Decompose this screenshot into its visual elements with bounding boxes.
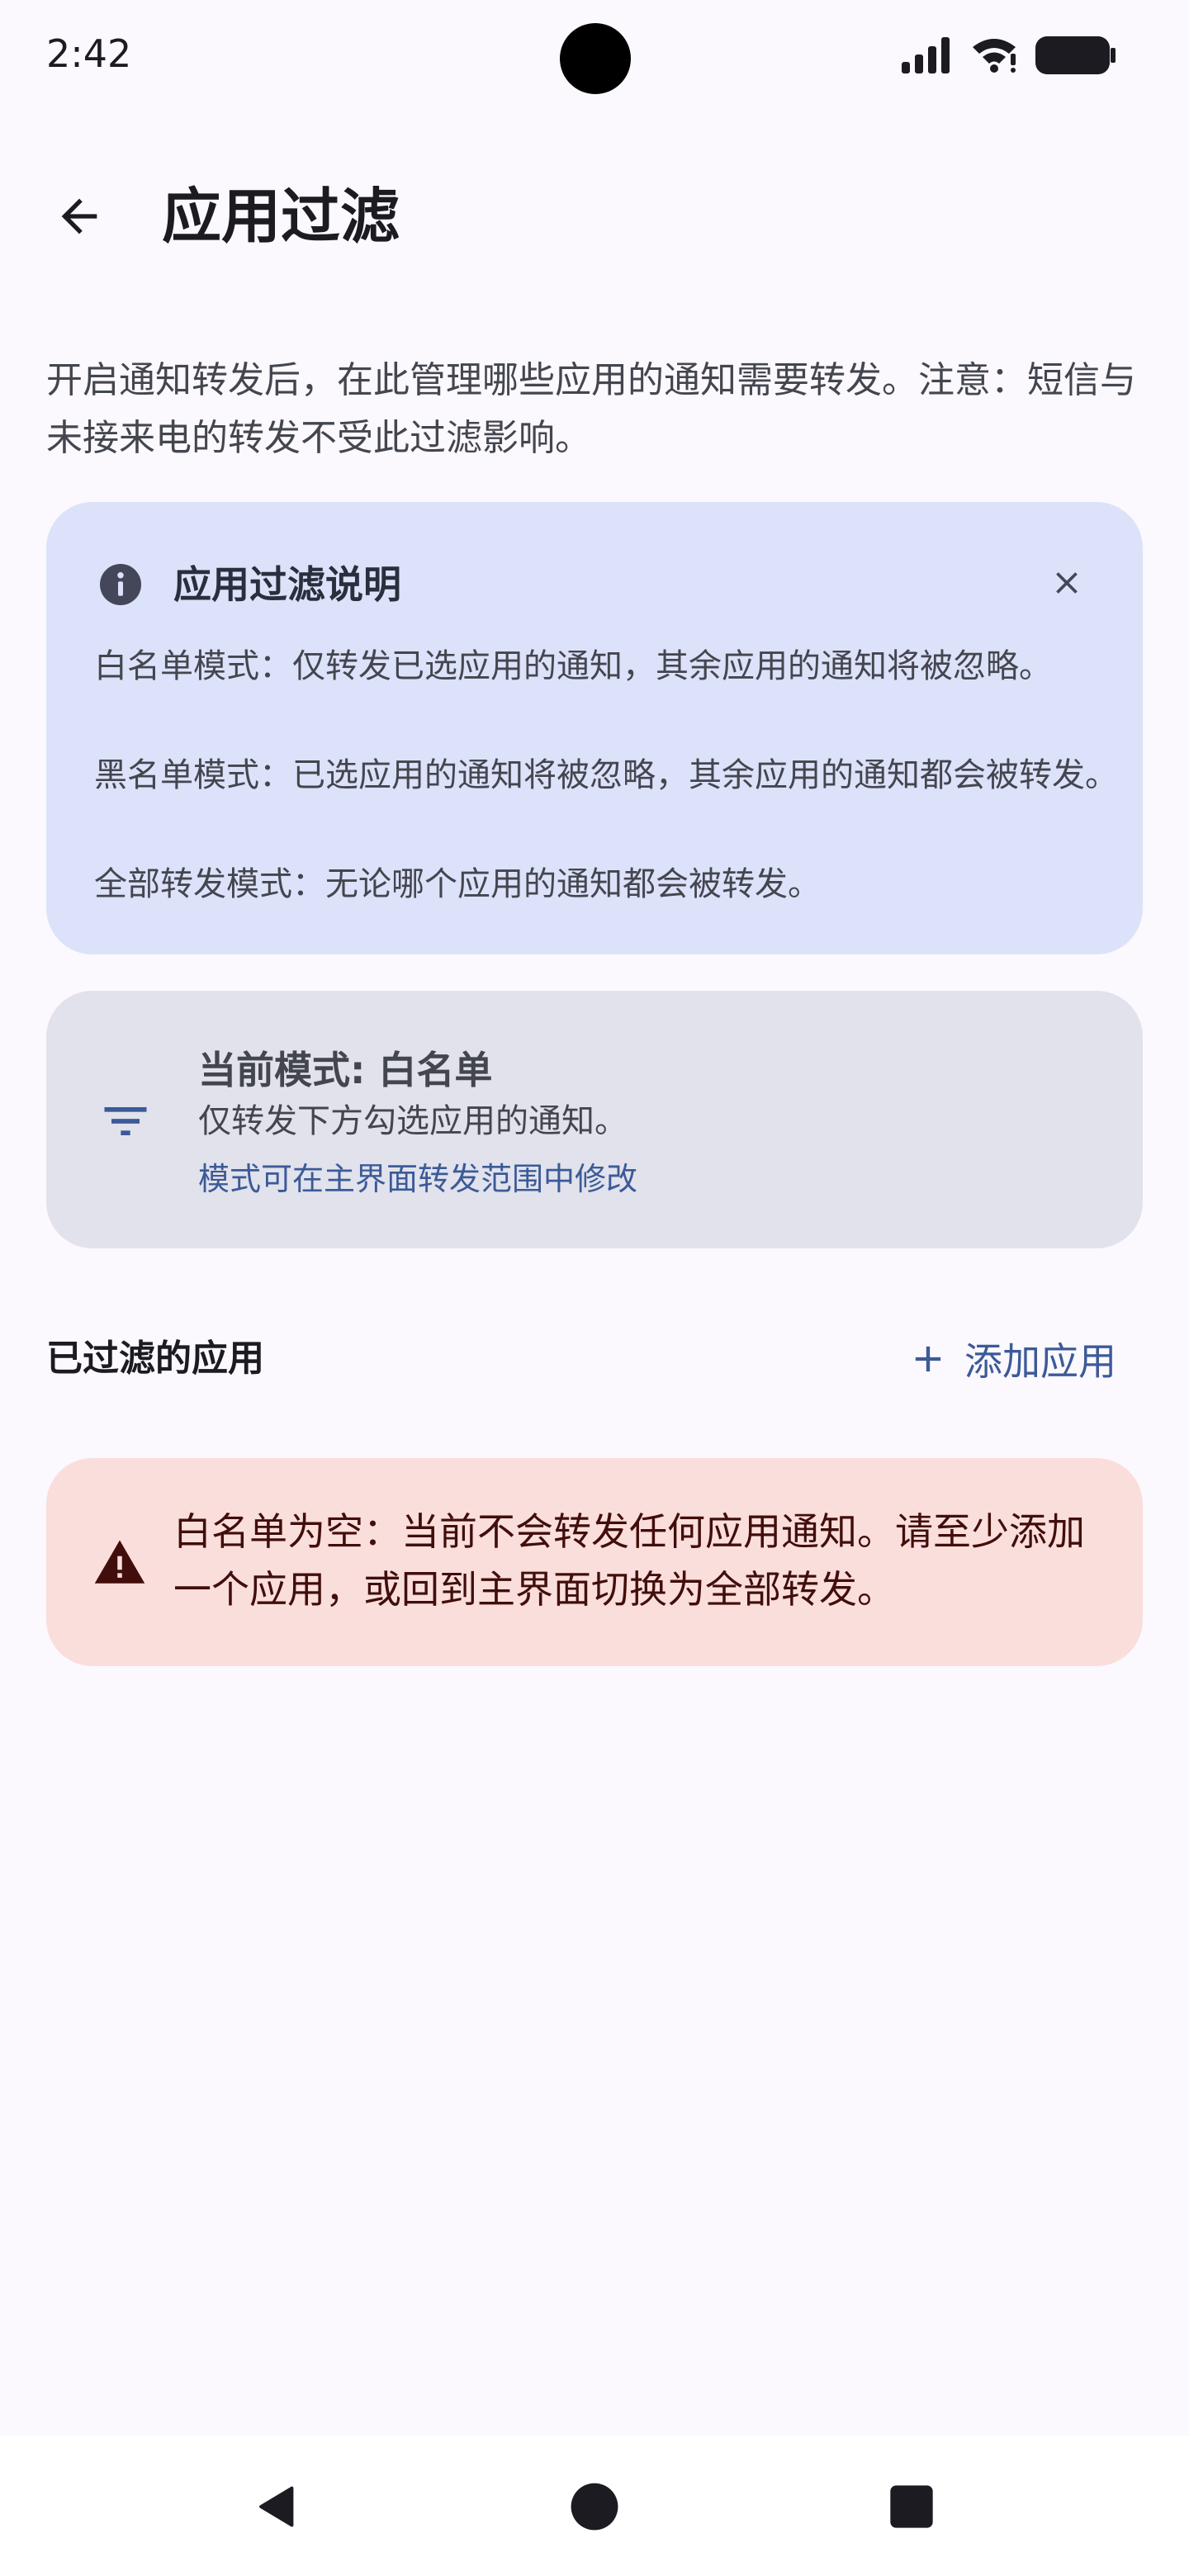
nav-recents-icon bbox=[890, 2485, 933, 2528]
mode-change-hint: 模式可在主界面转发范围中修改 bbox=[198, 1161, 638, 1197]
current-mode-title: 当前模式: 白名单 bbox=[198, 1048, 493, 1092]
empty-whitelist-warning: 白名单为空：当前不会转发任何应用通知。请至少添加一个应用，或回到主界面切换为全部… bbox=[46, 1458, 1143, 1666]
arrow-left-icon bbox=[61, 198, 97, 234]
warning-text: 白名单为空：当前不会转发任何应用通知。请至少添加一个应用，或回到主界面切换为全部… bbox=[173, 1509, 1085, 1612]
add-app-button[interactable]: 添加应用 bbox=[907, 1319, 1116, 1399]
info-card-title: 应用过滤说明 bbox=[173, 562, 401, 607]
nav-recents-button[interactable] bbox=[879, 2474, 945, 2540]
signal-icon bbox=[902, 37, 950, 73]
status-icons bbox=[902, 36, 1116, 74]
top-app-bar: 应用过滤 bbox=[0, 165, 1189, 264]
current-mode-card: 当前模式: 白名单 仅转发下方勾选应用的通知。 模式可在主界面转发范围中修改 bbox=[46, 991, 1143, 1248]
info-item-all: 全部转发模式：无论哪个应用的通知都会被转发。 bbox=[94, 865, 821, 903]
nav-home-icon bbox=[571, 2483, 618, 2531]
add-app-label: 添加应用 bbox=[964, 1339, 1116, 1384]
filtered-apps-title: 已过滤的应用 bbox=[46, 1338, 264, 1380]
back-button[interactable] bbox=[40, 177, 119, 256]
wifi-icon bbox=[973, 39, 1016, 73]
battery-icon bbox=[1035, 36, 1116, 74]
status-bar: 2:42 bbox=[0, 0, 1189, 119]
page-title: 应用过滤 bbox=[162, 182, 400, 251]
current-mode-description: 仅转发下方勾选应用的通知。 bbox=[198, 1102, 628, 1140]
page-description: 开启通知转发后，在此管理哪些应用的通知需要转发。注意：短信与未接来电的转发不受此… bbox=[46, 359, 1136, 459]
status-time: 2:42 bbox=[46, 31, 132, 76]
nav-back-button[interactable] bbox=[244, 2474, 310, 2540]
close-icon bbox=[1056, 572, 1078, 594]
plus-icon bbox=[915, 1346, 941, 1372]
info-item-whitelist: 白名单模式：仅转发已选应用的通知，其余应用的通知将被忽略。 bbox=[94, 647, 1052, 685]
camera-cutout bbox=[560, 23, 631, 94]
warning-icon bbox=[94, 1540, 145, 1584]
filter-icon bbox=[104, 1107, 147, 1135]
nav-home-button[interactable] bbox=[561, 2474, 628, 2540]
info-item-blacklist: 黑名单模式：已选应用的通知将被忽略，其余应用的通知都会被转发。 bbox=[94, 756, 1118, 794]
close-info-button[interactable] bbox=[1040, 556, 1093, 609]
info-card: 应用过滤说明 白名单模式：仅转发已选应用的通知，其余应用的通知将被忽略。 黑名单… bbox=[46, 502, 1143, 954]
system-nav-bar bbox=[0, 2436, 1189, 2576]
info-icon bbox=[100, 564, 141, 605]
nav-back-icon bbox=[259, 2486, 294, 2527]
